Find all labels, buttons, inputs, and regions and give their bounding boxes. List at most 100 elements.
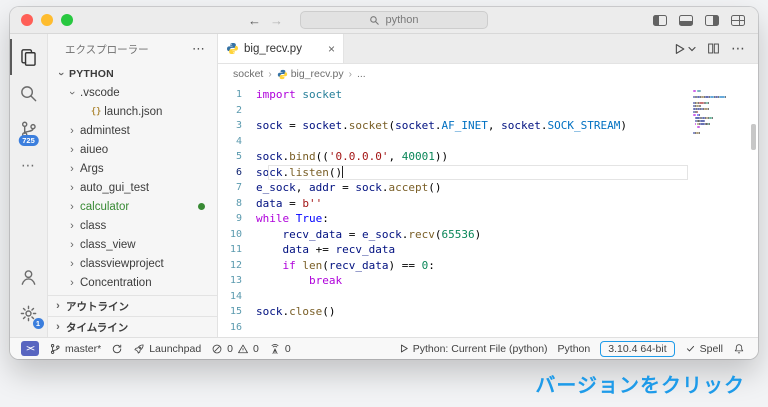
run-task-label: Python: Current File (python) xyxy=(412,342,548,355)
maximize-window-button[interactable] xyxy=(61,14,73,26)
line-number[interactable]: 3 xyxy=(218,118,256,134)
command-center-search[interactable]: python xyxy=(300,11,488,29)
activity-more-button[interactable]: ⋯ xyxy=(10,147,48,183)
run-task-item[interactable]: Python: Current File (python) xyxy=(393,338,553,359)
line-number[interactable]: 7 xyxy=(218,180,256,196)
scrollbar-thumb[interactable] xyxy=(751,124,756,150)
code-line-1[interactable]: 1 import socket xyxy=(218,87,758,103)
close-window-button[interactable] xyxy=(21,14,33,26)
activity-settings-button[interactable]: 1 xyxy=(10,295,48,331)
code-line-11[interactable]: 11 data += recv_data xyxy=(218,242,758,258)
branch-icon xyxy=(50,343,60,354)
python-interpreter-item[interactable]: 3.10.4 64-bit xyxy=(595,338,679,359)
tree-item-Concentration[interactable]: › Concentration xyxy=(48,273,217,292)
launchpad-item[interactable]: Launchpad xyxy=(128,338,206,359)
customize-layout-icon[interactable] xyxy=(731,14,745,26)
run-python-file-button[interactable] xyxy=(672,42,696,56)
code-line-15[interactable]: 15 sock.close() xyxy=(218,304,758,320)
line-number[interactable]: 10 xyxy=(218,227,256,243)
line-number[interactable]: 6 xyxy=(218,165,256,181)
breadcrumb-file[interactable]: big_recv.py xyxy=(277,68,344,80)
code-lines: 1 import socket 2 3 sock = socket.socket(soc… xyxy=(218,87,758,335)
line-number[interactable]: 8 xyxy=(218,196,256,212)
tree-item-admintest[interactable]: › admintest xyxy=(48,121,217,140)
code-line-7[interactable]: 7 e_sock, addr = sock.accept() xyxy=(218,180,758,196)
tree-item-class_view[interactable]: › class_view xyxy=(48,235,217,254)
code-line-6[interactable]: 6 sock.listen() xyxy=(218,164,758,181)
tree-item-class[interactable]: › class xyxy=(48,216,217,235)
code-line-5[interactable]: 5 sock.bind(('0.0.0.0', 40001)) xyxy=(218,149,758,165)
toggle-panel-icon[interactable] xyxy=(679,14,693,26)
tree-item-.vscode[interactable]: › .vscode xyxy=(48,83,217,102)
scm-badge: 725 xyxy=(18,134,39,146)
tab-close-icon[interactable]: × xyxy=(328,43,335,55)
code-line-13[interactable]: 13 break xyxy=(218,273,758,289)
code-line-2[interactable]: 2 xyxy=(218,103,758,119)
tab-big-recv-py[interactable]: big_recv.py × xyxy=(218,34,344,63)
tree-item-aiueo[interactable]: › aiueo xyxy=(48,140,217,159)
tree-item-label: class xyxy=(80,219,107,232)
breadcrumb-folder[interactable]: socket xyxy=(233,68,263,80)
minimize-window-button[interactable] xyxy=(41,14,53,26)
line-number[interactable]: 11 xyxy=(218,242,256,258)
more-actions-icon[interactable]: ⋯ xyxy=(731,40,746,57)
line-number[interactable]: 2 xyxy=(218,103,256,119)
minimap-line xyxy=(693,134,745,137)
activity-search-button[interactable] xyxy=(10,75,48,111)
history-back-button[interactable]: ← xyxy=(248,14,261,27)
tree-item-Args[interactable]: › Args xyxy=(48,159,217,178)
history-forward-button[interactable]: → xyxy=(270,14,283,27)
spell-checker-item[interactable]: Spell xyxy=(680,338,728,359)
code-line-8[interactable]: 8 data = b'' xyxy=(218,196,758,212)
sidebar-title: エクスプローラー xyxy=(65,43,149,56)
chevron-right-icon: › xyxy=(70,276,74,289)
activity-accounts-button[interactable] xyxy=(10,259,48,295)
tree-item-label: aiueo xyxy=(80,143,109,156)
line-number[interactable]: 15 xyxy=(218,304,256,320)
code-line-3[interactable]: 3 sock = socket.socket(socket.AF_INET, so… xyxy=(218,118,758,134)
line-number[interactable]: 1 xyxy=(218,87,256,103)
activity-explorer-button[interactable] xyxy=(10,39,48,75)
tree-item-PYTHON[interactable]: › PYTHON xyxy=(48,64,217,83)
tree-item-classviewproject[interactable]: › classviewproject xyxy=(48,254,217,273)
breadcrumb-separator: › xyxy=(268,68,272,80)
chevron-down-icon: › xyxy=(66,90,78,95)
sync-status-item[interactable] xyxy=(106,338,128,359)
code-editor[interactable]: 1 import socket 2 3 sock = socket.socket(soc… xyxy=(218,84,758,337)
line-number[interactable]: 4 xyxy=(218,134,256,150)
code-line-10[interactable]: 10 recv_data = e_sock.recv(65536) xyxy=(218,227,758,243)
remote-indicator[interactable]: >< xyxy=(16,338,44,359)
timeline-label: タイムライン xyxy=(66,321,129,334)
minimap[interactable] xyxy=(693,89,745,137)
line-number[interactable]: 5 xyxy=(218,149,256,165)
split-editor-icon[interactable] xyxy=(707,42,720,55)
breadcrumb-symbol[interactable]: ... xyxy=(357,68,366,80)
toggle-secondary-sidebar-icon[interactable] xyxy=(705,14,719,26)
tree-item-calculator[interactable]: › calculator xyxy=(48,197,217,216)
line-number[interactable]: 14 xyxy=(218,289,256,305)
tree-item-label: classviewproject xyxy=(80,257,164,270)
code-text: data += recv_data xyxy=(282,243,396,256)
git-branch-item[interactable]: master* xyxy=(44,338,106,359)
line-number[interactable]: 12 xyxy=(218,258,256,274)
toggle-sidebar-icon[interactable] xyxy=(653,14,667,26)
tree-item-launch.json[interactable]: {} launch.json xyxy=(48,102,217,121)
line-number[interactable]: 16 xyxy=(218,320,256,336)
notifications-item[interactable] xyxy=(728,338,750,359)
ports-item[interactable]: 0 xyxy=(264,338,296,359)
interpreter-label: 3.10.4 64-bit xyxy=(608,342,667,355)
outline-section[interactable]: › アウトライン xyxy=(48,295,217,316)
activity-source-control-button[interactable]: 725 xyxy=(10,111,48,147)
code-line-16[interactable]: 16 xyxy=(218,320,758,336)
language-mode-item[interactable]: Python xyxy=(553,338,596,359)
code-line-4[interactable]: 4 xyxy=(218,134,758,150)
line-number[interactable]: 9 xyxy=(218,211,256,227)
timeline-section[interactable]: › タイムライン xyxy=(48,316,217,337)
code-line-14[interactable]: 14 xyxy=(218,289,758,305)
code-line-12[interactable]: 12 if len(recv_data) == 0: xyxy=(218,258,758,274)
tree-item-auto_gui_test[interactable]: › auto_gui_test xyxy=(48,178,217,197)
line-number[interactable]: 13 xyxy=(218,273,256,289)
code-line-9[interactable]: 9 while True: xyxy=(218,211,758,227)
problems-item[interactable]: 0 0 xyxy=(206,338,264,359)
sidebar-more-actions[interactable]: ⋯ xyxy=(192,41,205,57)
